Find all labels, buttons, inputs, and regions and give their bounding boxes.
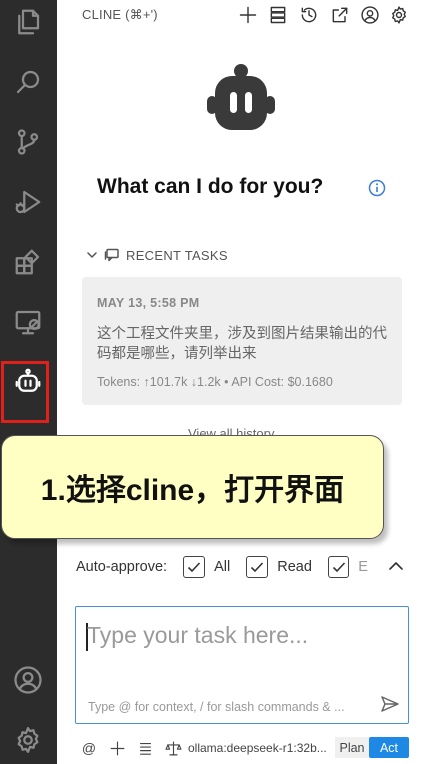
plus-icon[interactable]: [237, 4, 259, 26]
panel-title: CLINE (⌘+'): [82, 7, 158, 22]
plus-icon[interactable]: [106, 737, 128, 759]
panel-header: CLINE (⌘+'): [57, 0, 428, 30]
account-icon[interactable]: [359, 4, 381, 26]
checkbox-label: E: [358, 559, 368, 575]
plan-act-toggle[interactable]: Plan Act: [335, 737, 409, 758]
auto-approve-label: Auto-approve:: [76, 559, 168, 575]
activity-bar: [0, 0, 57, 764]
check-icon: [188, 562, 201, 573]
recent-tasks-header[interactable]: RECENT TASKS: [86, 246, 228, 264]
check-icon: [251, 562, 264, 573]
task-input-placeholder: Type your task here...: [87, 622, 309, 648]
recent-tasks-label: RECENT TASKS: [126, 247, 228, 263]
bottom-toolbar: @ ollama:deepseek-r1:32b...: [78, 737, 327, 759]
history-icon[interactable]: [298, 4, 320, 26]
auto-approve-all-checkbox[interactable]: All: [183, 556, 230, 578]
chevron-down-icon: [87, 252, 97, 258]
files-icon[interactable]: [8, 2, 48, 42]
rules-icon[interactable]: [134, 737, 156, 759]
task-text: 这个工程文件夹里，涉及到图片结果输出的代码都是哪些，请列举出来: [97, 326, 387, 362]
annotation-text: 1.选择cline，打开界面: [40, 474, 345, 507]
auto-approve-bar: Auto-approve: All Read E: [76, 554, 368, 580]
cline-robot-logo: [207, 64, 275, 130]
run-debug-icon[interactable]: [8, 182, 48, 222]
cline-selection-highlight: [1, 361, 49, 423]
gear-icon[interactable]: [388, 4, 410, 26]
welcome-title: What can I do for you?: [97, 175, 324, 198]
task-meta: Tokens: ↑101.7k ↓1.2k • API Cost: $0.168…: [97, 375, 333, 389]
history-stack-icon[interactable]: [267, 4, 289, 26]
model-selector[interactable]: ollama:deepseek-r1:32b...: [188, 741, 327, 755]
extensions-icon[interactable]: [8, 242, 48, 282]
checkbox-label: All: [214, 559, 231, 575]
search-icon[interactable]: [8, 62, 48, 102]
task-date: MAY 13, 5:58 PM: [97, 296, 200, 310]
annotation-callout: 1.选择cline，打开界面: [1, 435, 384, 539]
comment-icon: [104, 248, 119, 262]
act-mode-button[interactable]: Act: [369, 737, 409, 758]
auto-approve-edit-checkbox[interactable]: E: [327, 556, 368, 578]
check-icon: [332, 562, 345, 573]
checkbox-label: Read: [277, 559, 312, 575]
mention-button[interactable]: @: [78, 737, 100, 759]
plan-mode-button[interactable]: Plan: [335, 737, 369, 758]
source-control-icon[interactable]: [8, 122, 48, 162]
task-input-hint: Type @ for context, / for slash commands…: [88, 700, 345, 714]
auto-approve-read-checkbox[interactable]: Read: [246, 556, 312, 578]
account-icon[interactable]: [8, 660, 48, 700]
remote-explorer-icon[interactable]: [8, 302, 48, 342]
gear-icon[interactable]: [8, 720, 48, 760]
task-input[interactable]: Type your task here... Type @ for contex…: [75, 606, 409, 724]
scale-icon[interactable]: [162, 737, 184, 759]
chevron-up-icon[interactable]: [387, 557, 405, 575]
info-icon[interactable]: [368, 179, 386, 197]
send-icon[interactable]: [379, 693, 401, 715]
recent-task-item[interactable]: MAY 13, 5:58 PM 这个工程文件夹里，涉及到图片结果输出的代码都是哪…: [82, 277, 402, 405]
popout-icon[interactable]: [329, 4, 351, 26]
